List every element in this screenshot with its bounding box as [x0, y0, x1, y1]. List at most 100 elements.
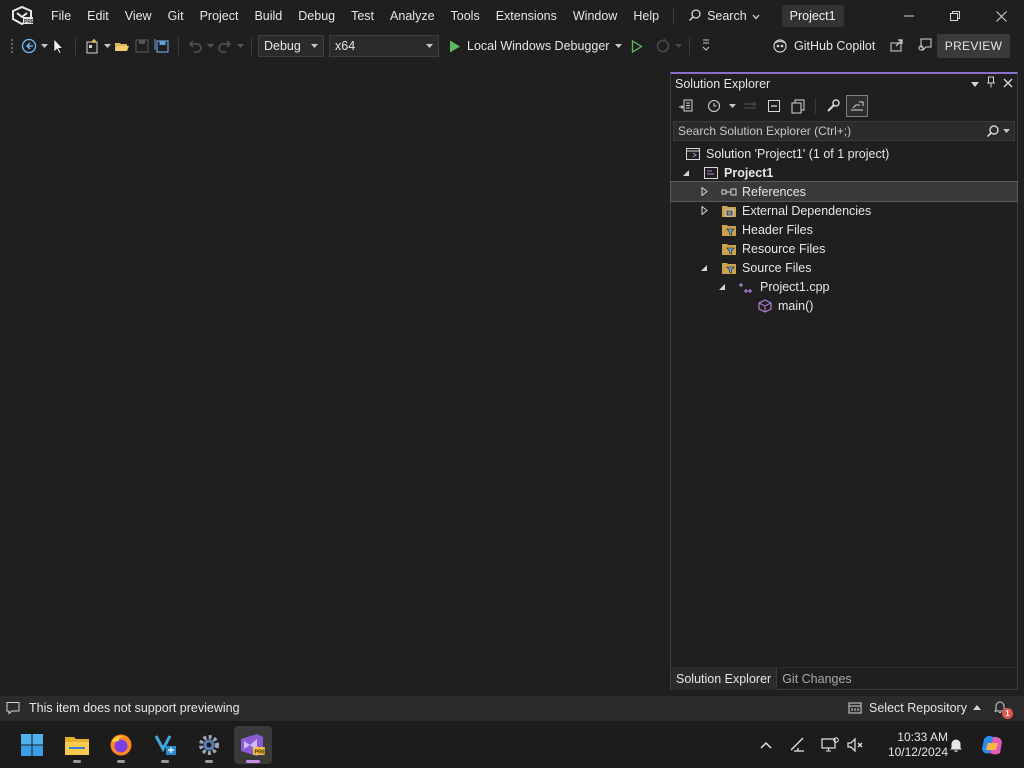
solution-explorer-toolbar	[671, 93, 1017, 119]
expanded-arrow-icon[interactable]	[715, 280, 729, 294]
network-tray-button[interactable]	[820, 735, 840, 755]
properties-button[interactable]	[822, 95, 844, 117]
back-arrow-icon	[21, 38, 37, 54]
tab-solution-explorer[interactable]: Solution Explorer	[671, 667, 778, 690]
new-project-dropdown-caret[interactable]	[102, 35, 112, 57]
window-controls	[886, 0, 1024, 32]
collapsed-arrow-icon[interactable]	[697, 185, 711, 199]
undo-icon	[189, 40, 202, 53]
notification-center-button[interactable]	[946, 735, 966, 755]
menu-extensions[interactable]: Extensions	[488, 0, 565, 32]
close-panel-icon[interactable]	[1003, 77, 1013, 91]
toolbar-separator	[75, 37, 76, 55]
pin-icon[interactable]	[986, 76, 996, 91]
hot-reload-button[interactable]	[653, 35, 673, 57]
open-file-button[interactable]	[112, 35, 132, 57]
clock-date: 10/12/2024	[887, 745, 948, 759]
select-repository-button[interactable]: Select Repository	[847, 696, 981, 720]
show-all-files-button[interactable]	[787, 95, 809, 117]
minimize-button[interactable]	[886, 0, 932, 32]
menu-window[interactable]: Window	[565, 0, 625, 32]
save-button[interactable]	[132, 35, 152, 57]
search-menu[interactable]: Search	[682, 0, 766, 32]
github-copilot-button[interactable]: GitHub Copilot	[772, 35, 933, 57]
tree-item-cpp-file[interactable]: Project1.cpp	[671, 277, 1017, 296]
navigate-forward-button[interactable]	[49, 35, 69, 57]
menu-help[interactable]: Help	[625, 0, 667, 32]
filter-dropdown-caret[interactable]	[727, 95, 737, 117]
expanded-arrow-icon[interactable]	[679, 166, 693, 180]
monitor-network-icon	[821, 737, 839, 752]
collapse-all-button[interactable]	[763, 95, 785, 117]
network-disconnected-tray-button[interactable]	[788, 735, 808, 755]
start-without-debugging-button[interactable]	[627, 35, 647, 57]
solution-search-box[interactable]	[673, 121, 1015, 141]
select-repository-label: Select Repository	[869, 701, 967, 715]
show-hidden-icons-button[interactable]	[756, 735, 776, 755]
tree-item-resource-files[interactable]: Resource Files	[671, 239, 1017, 258]
share-icon[interactable]	[889, 37, 905, 56]
close-button[interactable]	[978, 0, 1024, 32]
collapsed-arrow-icon[interactable]	[697, 204, 711, 218]
tree-item-main-function[interactable]: main()	[671, 296, 1017, 315]
start-debugging-button[interactable]: Local Windows Debugger	[445, 35, 613, 57]
toolbar-separator	[815, 98, 816, 114]
save-icon	[135, 39, 149, 53]
undo-button[interactable]	[185, 35, 205, 57]
redo-button[interactable]	[215, 35, 235, 57]
preview-button[interactable]: PREVIEW	[937, 34, 1010, 58]
switch-views-icon	[679, 99, 693, 112]
toolbar-grip[interactable]	[10, 38, 14, 54]
tree-item-references[interactable]: References	[670, 181, 1018, 202]
tab-git-changes[interactable]: Git Changes	[777, 668, 856, 690]
pending-changes-filter-button[interactable]	[703, 95, 725, 117]
navigate-back-button[interactable]	[19, 35, 39, 57]
debugger-label: Local Windows Debugger	[467, 39, 610, 53]
tree-item-source-files[interactable]: Source Files	[671, 258, 1017, 277]
menu-tools[interactable]: Tools	[443, 0, 488, 32]
new-project-button[interactable]	[82, 35, 102, 57]
redo-dropdown-caret[interactable]	[235, 35, 245, 57]
solution-search-input[interactable]	[678, 124, 978, 138]
menu-git[interactable]: Git	[160, 0, 192, 32]
sync-with-active-document-button[interactable]	[739, 95, 761, 117]
solution-configuration-select[interactable]: Debug	[258, 35, 324, 57]
configuration-value: Debug	[264, 39, 301, 53]
search-options[interactable]	[986, 124, 1010, 138]
notifications-button[interactable]: 1	[992, 699, 1013, 719]
mouse-cursor-icon	[53, 38, 64, 54]
hot-reload-dropdown-caret[interactable]	[673, 35, 683, 57]
debugger-dropdown-caret[interactable]	[613, 35, 623, 57]
tree-item-external-dependencies[interactable]: External Dependencies	[671, 201, 1017, 220]
clock[interactable]: 10:33 AM 10/12/2024	[872, 730, 948, 760]
menu-file[interactable]: File	[43, 0, 79, 32]
visual-studio-logo-icon[interactable]: PRE	[11, 5, 35, 27]
feedback-icon[interactable]	[917, 37, 933, 56]
tree-item-project[interactable]: Project1	[671, 163, 1017, 182]
editor-area[interactable]	[0, 60, 668, 696]
menu-build[interactable]: Build	[246, 0, 290, 32]
menu-project[interactable]: Project	[192, 0, 247, 32]
status-message: This item does not support previewing	[5, 700, 240, 716]
expanded-arrow-icon[interactable]	[697, 261, 711, 275]
back-dropdown-caret[interactable]	[39, 35, 49, 57]
restore-button[interactable]	[932, 0, 978, 32]
switch-views-button[interactable]	[675, 95, 697, 117]
volume-muted-tray-button[interactable]	[846, 735, 866, 755]
toolbar-overflow-button[interactable]	[696, 35, 716, 57]
undo-dropdown-caret[interactable]	[205, 35, 215, 57]
solution-platform-select[interactable]: x64	[329, 35, 439, 57]
preview-selected-items-button[interactable]	[846, 95, 868, 117]
window-position-dropdown-icon[interactable]	[971, 77, 979, 91]
tree-item-header-files[interactable]: Header Files	[671, 220, 1017, 239]
menu-debug[interactable]: Debug	[290, 0, 343, 32]
tree-item-solution[interactable]: Solution 'Project1' (1 of 1 project)	[671, 144, 1017, 163]
copilot-tray-button[interactable]	[980, 733, 1004, 757]
menu-analyze[interactable]: Analyze	[382, 0, 442, 32]
toolbar-separator	[178, 37, 179, 55]
project-title: Project1	[781, 5, 844, 27]
menu-view[interactable]: View	[117, 0, 160, 32]
menu-edit[interactable]: Edit	[79, 0, 117, 32]
menu-test[interactable]: Test	[343, 0, 382, 32]
save-all-button[interactable]	[152, 35, 172, 57]
